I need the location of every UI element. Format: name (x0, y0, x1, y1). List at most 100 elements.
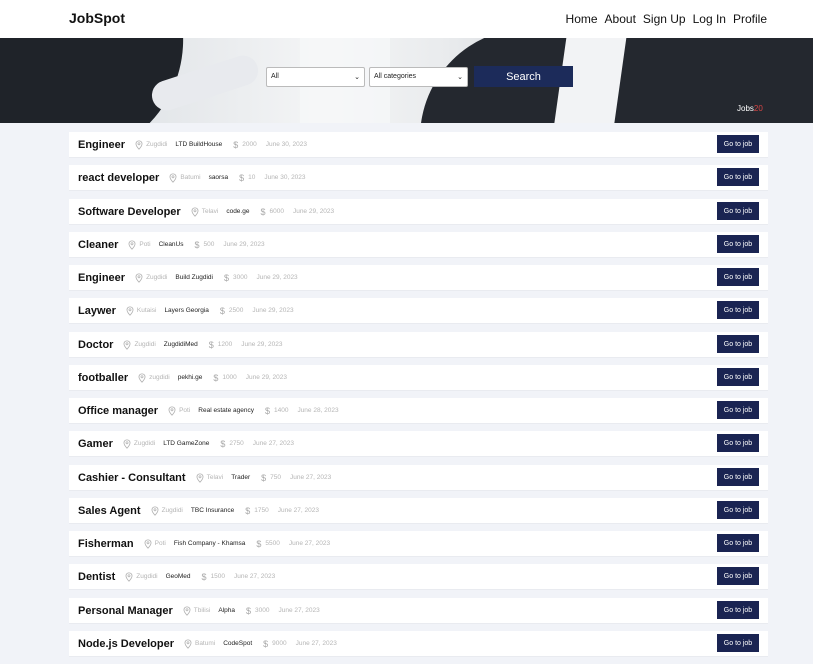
job-date: June 27, 2023 (252, 440, 294, 447)
job-city: Zugdidi (146, 141, 168, 148)
job-title: Cashier - Consultant (78, 471, 186, 484)
nav-signup-link[interactable]: Sign Up (643, 12, 686, 26)
go-to-job-button[interactable]: Go to job (717, 202, 759, 220)
jobs-count-label: Jobs (737, 104, 754, 113)
job-card: react developer Batumi saorsa $ 10 June … (69, 165, 768, 190)
job-card: Engineer Zugdidi Build Zugdidi $ 3000 Ju… (69, 265, 768, 290)
job-card: Personal Manager Tbilisi Alpha $ 3000 Ju… (69, 598, 768, 623)
job-date: June 30, 2023 (265, 141, 307, 148)
job-card: Doctor Zugdidi ZugdidiMed $ 1200 June 29… (69, 332, 768, 357)
map-pin-icon (135, 139, 143, 150)
job-city: Poti (139, 241, 151, 248)
go-to-job-button[interactable]: Go to job (717, 468, 759, 486)
map-pin-icon (151, 505, 159, 516)
brand-logo[interactable]: JobSpot (69, 10, 125, 26)
job-city: Zugdidi (134, 341, 156, 348)
job-date: June 28, 2023 (297, 407, 339, 414)
go-to-job-button[interactable]: Go to job (717, 301, 759, 319)
job-city: Zugdidi (133, 440, 156, 447)
jobs-count-number: 20 (753, 104, 763, 113)
job-company: Real estate agency (198, 407, 254, 414)
job-meta: Batumi CodeSpot $ 9000 June 27, 2023 (184, 639, 337, 649)
search-button[interactable]: Search (474, 66, 573, 87)
go-to-job-button[interactable]: Go to job (717, 401, 759, 419)
map-pin-icon (128, 239, 136, 250)
job-meta: Zugdidi GeoMed $ 1500 June 27, 2023 (125, 572, 275, 582)
job-card: Node.js Developer Batumi CodeSpot $ 9000… (69, 631, 768, 656)
nav-login-link[interactable]: Log In (693, 12, 726, 26)
job-meta: Batumi saorsa $ 10 June 30, 2023 (169, 172, 306, 183)
go-to-job-button[interactable]: Go to job (717, 268, 759, 286)
job-title: footballer (78, 371, 129, 384)
job-date: June 27, 2023 (295, 640, 337, 647)
dollar-icon: $ (194, 239, 200, 250)
job-city: Poti (154, 540, 166, 547)
nav-home-link[interactable]: Home (566, 12, 598, 26)
go-to-job-button[interactable]: Go to job (717, 501, 759, 519)
job-card: Dentist Zugdidi GeoMed $ 1500 June 27, 2… (69, 564, 768, 589)
go-to-job-button[interactable]: Go to job (717, 368, 759, 386)
jobs-count: Jobs20 (737, 104, 763, 113)
nav-about-link[interactable]: About (605, 12, 636, 26)
job-card: footballer zugdidi pekhi.ge $ 1000 June … (69, 365, 768, 390)
nav-profile-link[interactable]: Profile (733, 12, 767, 26)
job-meta: Telavi code.ge $ 6000 June 29, 2023 (191, 207, 334, 217)
dollar-icon: $ (260, 206, 266, 217)
job-salary: 9000 (272, 640, 287, 647)
job-salary: 1200 (217, 341, 233, 348)
job-date: June 27, 2023 (288, 540, 331, 547)
map-pin-icon (138, 372, 146, 383)
map-pin-icon (126, 305, 134, 316)
go-to-job-button[interactable]: Go to job (717, 634, 759, 652)
map-pin-icon (183, 605, 191, 616)
map-pin-icon (168, 405, 176, 416)
map-pin-icon (169, 172, 177, 183)
job-card: Gamer Zugdidi LTD GameZone $ 2750 June 2… (69, 431, 768, 456)
dollar-icon: $ (246, 605, 252, 616)
map-pin-icon (184, 638, 192, 649)
job-city: Tbilisi (193, 607, 211, 614)
go-to-job-button[interactable]: Go to job (717, 534, 759, 552)
chevron-down-icon: ⌄ (457, 73, 463, 81)
job-card: Laywer Kutaisi Layers Georgia $ 2500 Jun… (69, 298, 768, 323)
job-card: Engineer Zugdidi LTD BuildHouse $ 2000 J… (69, 132, 768, 157)
job-date: June 29, 2023 (245, 374, 287, 381)
job-meta: Zugdidi LTD BuildHouse $ 2000 June 30, 2… (135, 140, 307, 150)
job-date: June 27, 2023 (234, 573, 276, 580)
map-pin-icon (191, 206, 199, 217)
go-to-job-button[interactable]: Go to job (717, 335, 759, 353)
dollar-icon: $ (245, 505, 251, 516)
job-city: Kutaisi (136, 307, 157, 314)
job-city: Telavi (201, 208, 219, 215)
job-salary: 1000 (222, 374, 237, 381)
go-to-job-button[interactable]: Go to job (717, 168, 759, 186)
job-title: react developer (78, 171, 160, 184)
job-date: June 27, 2023 (278, 607, 320, 614)
job-city: Zugdidi (146, 274, 168, 281)
go-to-job-button[interactable]: Go to job (717, 567, 759, 585)
job-city: Poti (179, 407, 191, 414)
job-company: Build Zugdidi (175, 274, 213, 281)
job-meta: Zugdidi ZugdidiMed $ 1200 June 29, 2023 (123, 340, 282, 350)
job-date: June 29, 2023 (223, 241, 265, 248)
job-date: June 29, 2023 (292, 208, 335, 215)
category-select-value: All categories (374, 73, 417, 80)
map-pin-icon (125, 571, 133, 582)
location-select[interactable]: All ⌄ (266, 66, 365, 87)
job-company: Trader (231, 474, 251, 481)
job-meta: Kutaisi Layers Georgia $ 2500 June 29, 2… (126, 306, 294, 316)
job-company: Layers Georgia (164, 307, 209, 314)
go-to-job-button[interactable]: Go to job (717, 135, 759, 153)
go-to-job-button[interactable]: Go to job (717, 601, 759, 619)
map-pin-icon (124, 339, 131, 350)
job-city: Zugdidi (136, 573, 158, 580)
dollar-icon: $ (220, 438, 226, 449)
job-salary: 1400 (273, 407, 289, 414)
go-to-job-button[interactable]: Go to job (717, 434, 759, 452)
category-select[interactable]: All categories ⌄ (369, 66, 468, 87)
job-date: June 29, 2023 (252, 307, 294, 314)
job-meta: Poti Fish Company - Khamsa $ 5500 June 2… (144, 539, 330, 549)
job-title: Engineer (78, 271, 126, 284)
go-to-job-button[interactable]: Go to job (717, 235, 759, 253)
job-title: Node.js Developer (78, 637, 174, 650)
